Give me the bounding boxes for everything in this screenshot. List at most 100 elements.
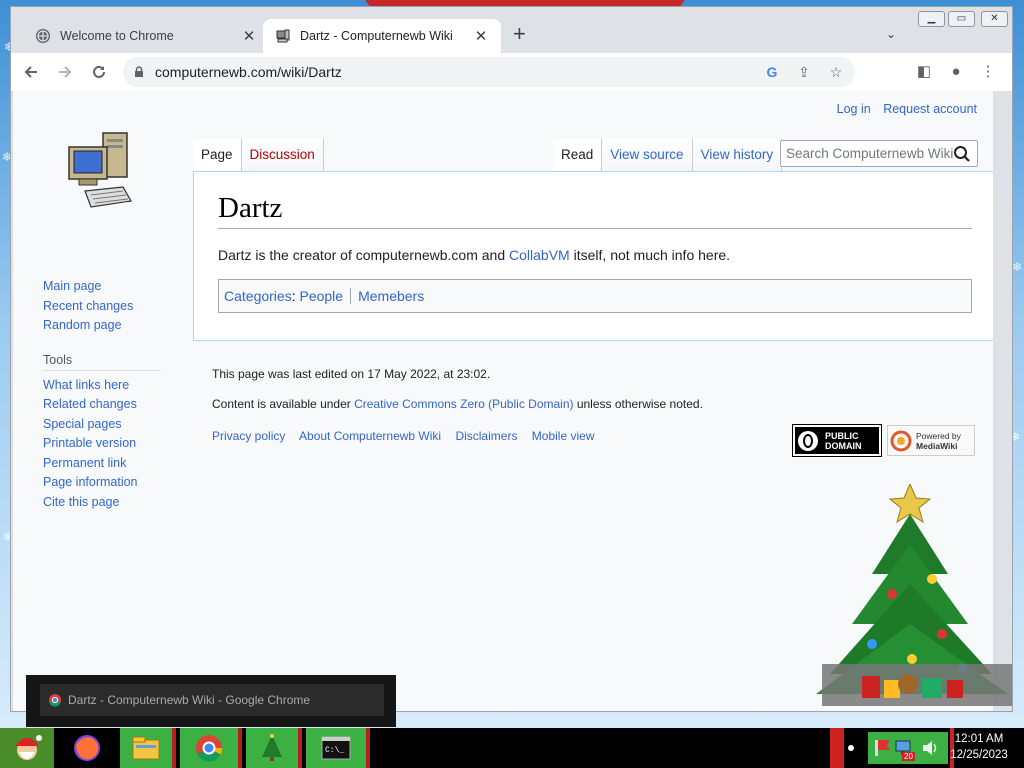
kebab-menu-icon[interactable]: ⋮ [974,58,1002,86]
close-tab-icon[interactable]: ✕ [241,27,257,45]
sidebar-item-random-page[interactable]: Random page [43,316,161,336]
tray-dot-icon [848,745,854,751]
address-bar[interactable]: computernewb.com/wiki/Dartz G ⇪ ☆ [123,57,855,87]
christmas-tree-icon [262,734,282,761]
license-link[interactable]: Creative Commons Zero (Public Domain) [354,397,573,411]
tab-search-icon[interactable]: ⌄ [886,27,896,41]
thumbnail-title-text: Dartz - Computernewb Wiki - Google Chrom… [68,693,311,707]
tab-page[interactable]: Page [193,139,242,171]
forward-icon[interactable] [51,58,79,86]
maximize-icon[interactable]: ▭ [948,11,975,27]
minimize-icon[interactable]: ▁ [918,11,945,27]
bookmark-star-icon[interactable]: ☆ [827,63,845,81]
command-prompt-icon: C:\_ [321,736,351,760]
tab-view-source[interactable]: View source [602,139,693,171]
namespace-tabs: Page Discussion [193,139,324,171]
tab-read[interactable]: Read [553,139,603,171]
cmd-taskbar-button[interactable]: C:\_ [306,728,370,768]
firefox-taskbar-button[interactable] [64,728,110,768]
computernewb-logo[interactable] [65,129,135,213]
sidebar-item-page-information[interactable]: Page information [43,473,161,493]
sidebar: Main page Recent changes Random page Too… [43,277,161,512]
about-link[interactable]: About Computernewb Wiki [299,429,441,443]
christmas-tree-gadget[interactable] [812,484,1017,720]
tab-welcome[interactable]: Welcome to Chrome ✕ [23,19,269,53]
category-links: Categories: People Memebers [218,279,972,313]
personal-tools: Log in Request account [828,102,977,116]
folder-icon [132,736,160,760]
volume-icon[interactable] [920,737,942,759]
sidebar-item-special-pages[interactable]: Special pages [43,415,161,435]
disclaimers-link[interactable]: Disclaimers [455,429,517,443]
thumbnail-window-title[interactable]: Dartz - Computernewb Wiki - Google Chrom… [40,684,384,716]
privacy-policy-link[interactable]: Privacy policy [212,429,285,443]
license-text: Content is available under [212,397,355,411]
chrome-icon [49,694,61,707]
sidebar-item-what-links-here[interactable]: What links here [43,376,161,396]
tab-dartz[interactable]: Dartz - Computernewb Wiki ✕ [263,19,501,53]
explorer-taskbar-button[interactable] [120,728,176,768]
body-text: Dartz is the creator of computernewb.com… [218,247,510,263]
clock-date: 12/25/2023 [950,749,1008,761]
last-edited: This page was last edited on 17 May 2022… [212,367,491,381]
tab-view-history[interactable]: View history [692,139,783,171]
category-memebers-link[interactable]: Memebers [358,288,424,304]
badge-line: PUBLIC [825,430,859,441]
svg-text:C:\_: C:\_ [325,746,344,755]
taskbar-clock[interactable]: 12:01 AM 12/25/2023 [944,731,1014,763]
google-icon[interactable]: G [763,63,781,81]
collabvm-link[interactable]: CollabVM [509,247,570,263]
powered-by-mediawiki-badge[interactable]: Powered by MediaWiki [887,425,975,456]
search-icon[interactable] [953,145,971,163]
computernewb-favicon-icon [276,29,290,43]
mobile-view-link[interactable]: Mobile view [532,429,595,443]
clock-time: 12:01 AM [954,733,1004,745]
page-title: Dartz [218,192,972,229]
sidebar-item-cite-this-page[interactable]: Cite this page [43,493,161,513]
article-content: Dartz Dartz is the creator of computerne… [193,171,993,341]
category-people-link[interactable]: People [299,288,343,304]
url-text: computernewb.com/wiki/Dartz [155,64,342,80]
tab-title: Dartz - Computernewb Wiki [300,29,453,43]
snowflake-icon: ❄ [1012,260,1023,274]
sidebar-item-main-page[interactable]: Main page [43,277,161,297]
start-button[interactable] [0,728,54,768]
footer-badges: PUBLIC DOMAIN Powered by MediaWiki [792,424,975,457]
login-link[interactable]: Log in [837,102,871,116]
body-text: itself, not much info here. [569,247,731,263]
profile-icon[interactable]: ● [942,58,970,86]
action-center-flag-icon[interactable] [872,737,894,759]
footer: This page was last edited on 17 May 2022… [212,367,703,443]
view-tabs: Read View source View history [553,139,783,171]
license-text: unless otherwise noted. [573,397,703,411]
new-tab-icon[interactable]: + [513,23,526,45]
sidebar-item-recent-changes[interactable]: Recent changes [43,297,161,317]
tray-divider [830,728,844,768]
category-colon: : [291,288,300,304]
sidebar-item-related-changes[interactable]: Related changes [43,395,161,415]
chrome-taskbar-button[interactable] [180,728,242,768]
tab-discussion[interactable]: Discussion [241,139,324,171]
license-info: Content is available under Creative Comm… [212,397,703,411]
reload-icon[interactable] [85,58,113,86]
category-separator [350,288,352,304]
request-account-link[interactable]: Request account [883,102,977,116]
sidebar-item-permanent-link[interactable]: Permanent link [43,454,161,474]
back-icon[interactable] [17,58,45,86]
tab-strip: Welcome to Chrome ✕ Dartz - Computernewb… [11,7,1012,53]
mediawiki-flower-icon [890,430,912,451]
lock-icon[interactable] [133,66,145,78]
badge-line: DOMAIN [825,440,862,451]
tree-taskbar-button[interactable] [246,728,302,768]
public-domain-badge[interactable]: PUBLIC DOMAIN [792,424,882,457]
side-panel-icon[interactable]: ◧ [910,58,938,86]
footer-links: Privacy policy About Computernewb Wiki D… [212,429,703,443]
search-input[interactable]: Search Computernewb Wiki [780,140,978,167]
share-icon[interactable]: ⇪ [795,63,813,81]
categories-label-link[interactable]: Categories [224,288,292,304]
close-window-icon[interactable]: ✕ [981,11,1008,27]
search-placeholder: Search Computernewb Wiki [786,146,954,161]
close-tab-icon[interactable]: ✕ [473,27,489,45]
tools-heading: Tools [43,353,161,371]
sidebar-item-printable-version[interactable]: Printable version [43,434,161,454]
